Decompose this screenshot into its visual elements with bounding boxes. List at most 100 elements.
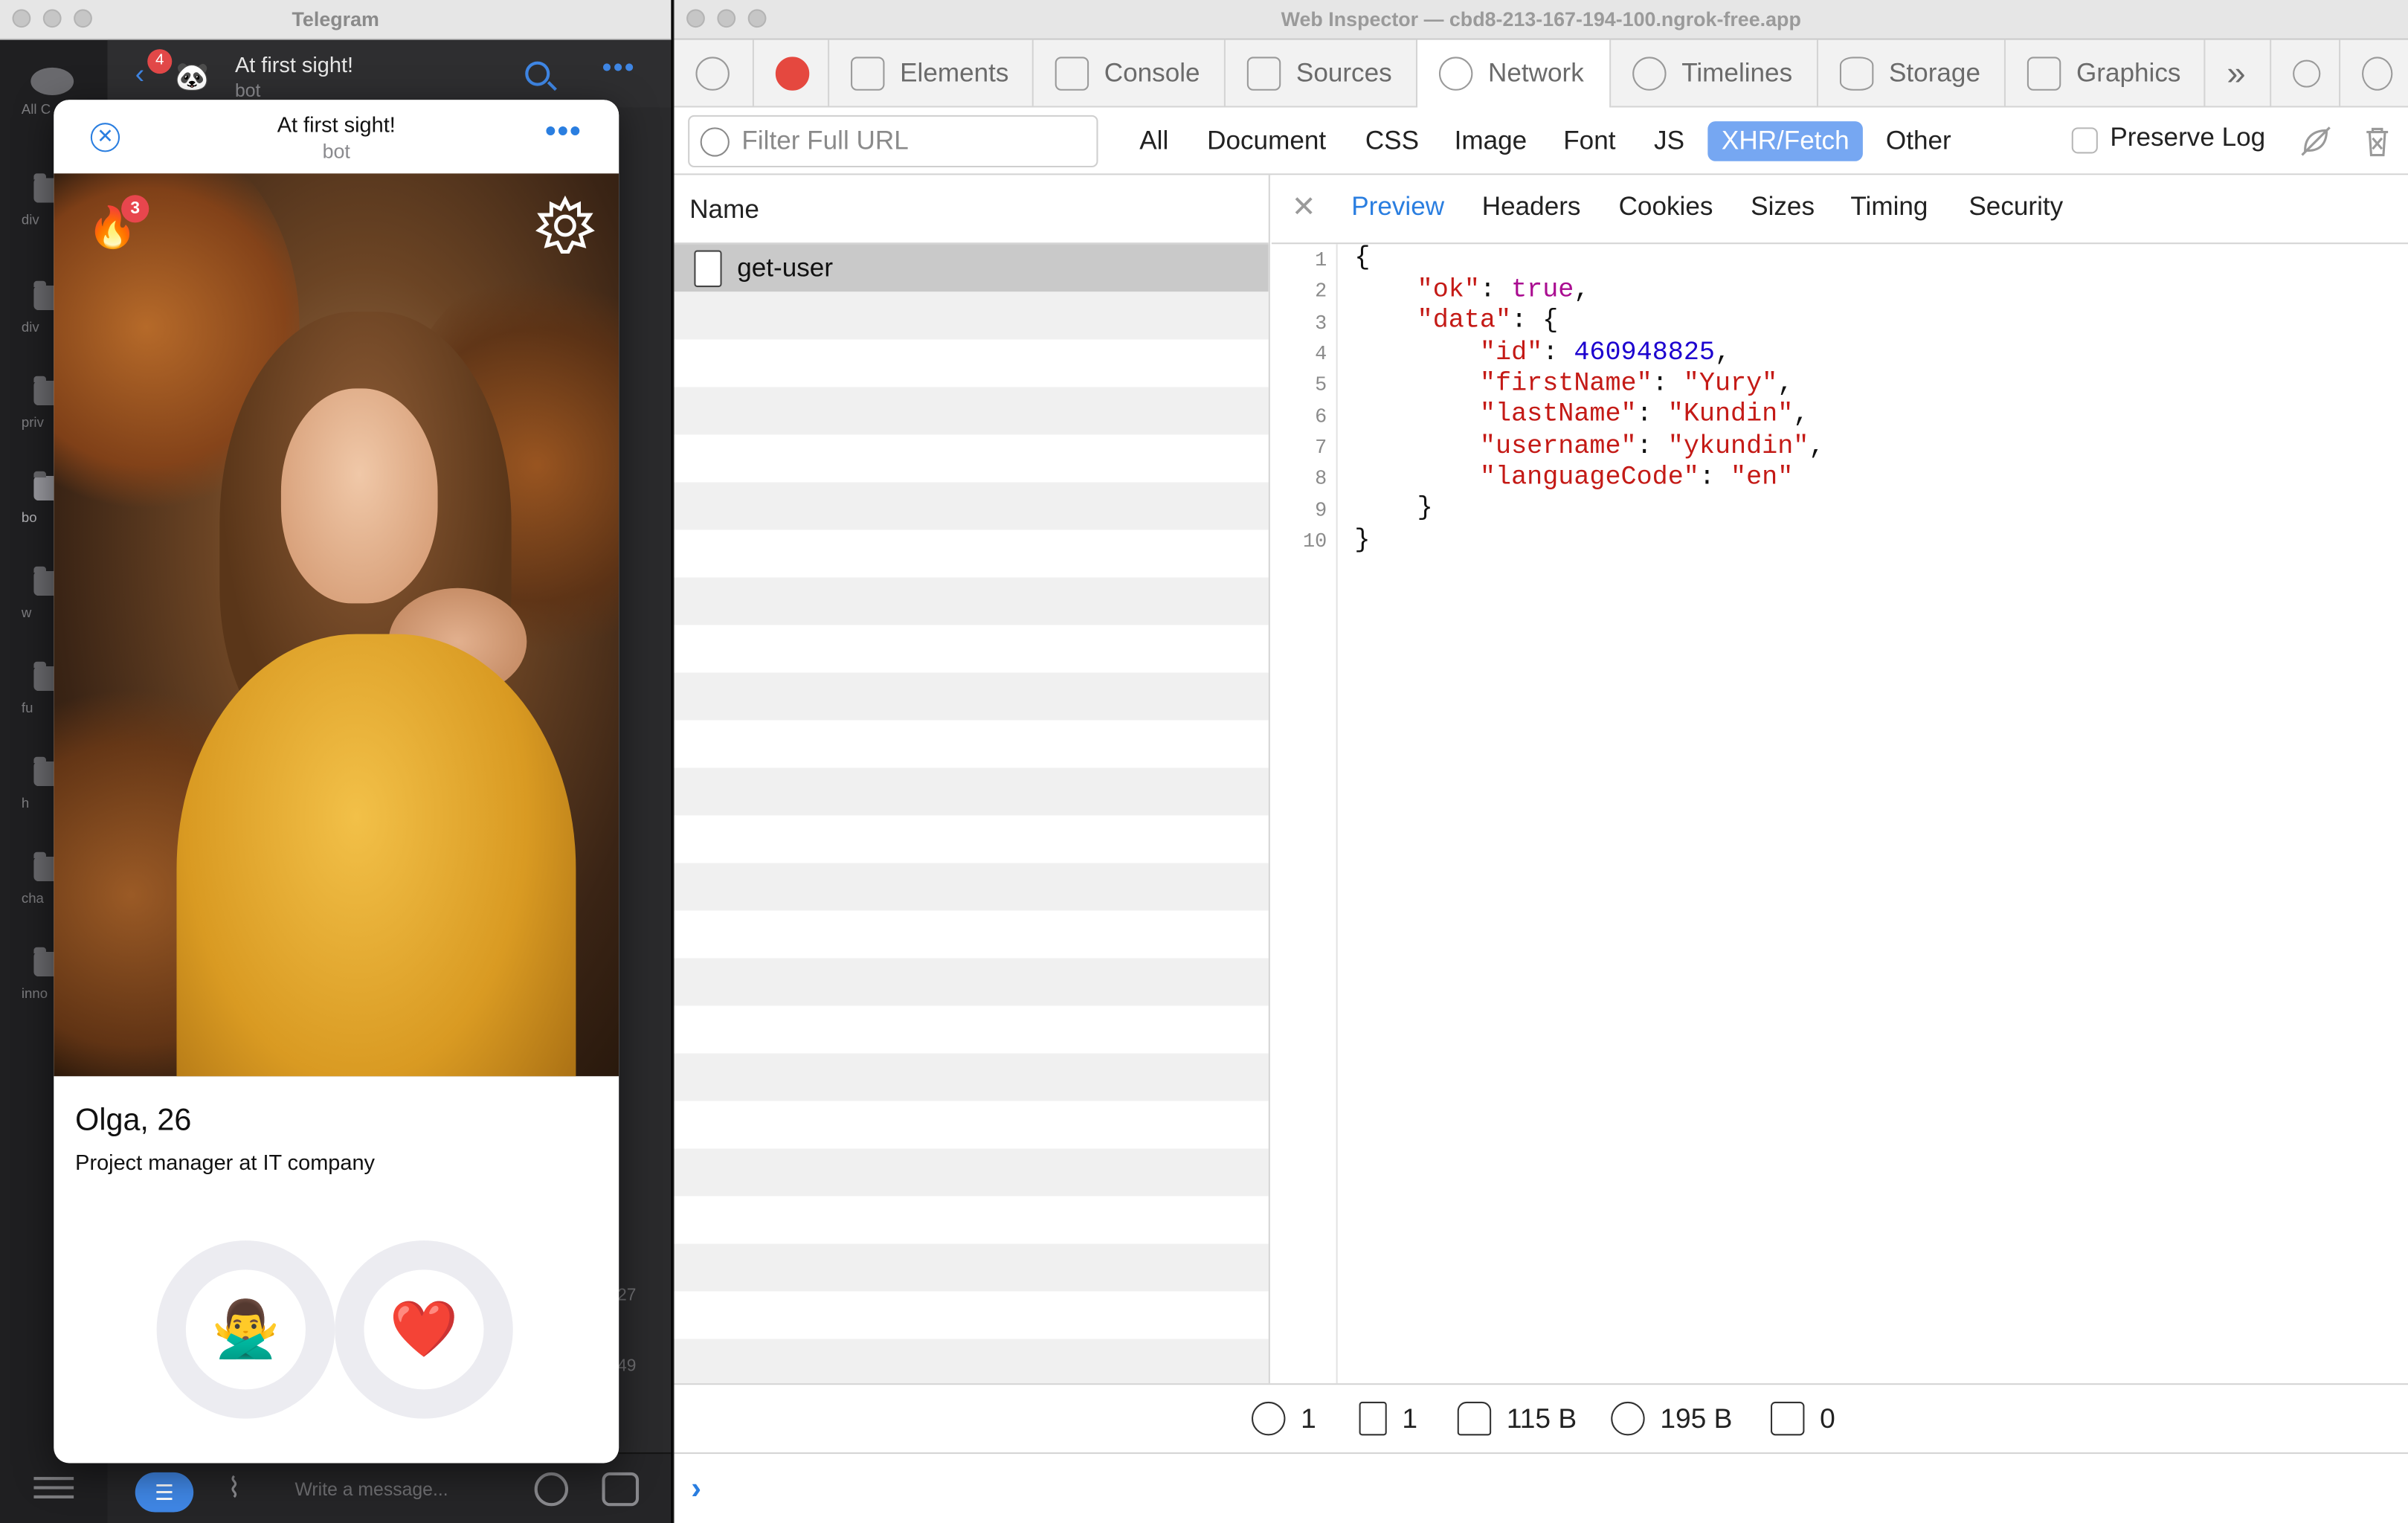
line-number: 6: [1315, 405, 1327, 429]
filter-js[interactable]: JS: [1640, 121, 1698, 161]
line-number: 10: [1302, 529, 1327, 553]
emoji-icon[interactable]: [534, 1472, 569, 1507]
tab-preview[interactable]: Preview: [1351, 192, 1444, 222]
issues-button[interactable]: [754, 39, 830, 108]
message-input[interactable]: Write a message...: [294, 1478, 448, 1500]
json-line: "firstName": "Yury",: [1479, 370, 1794, 399]
tab-cookies[interactable]: Cookies: [1619, 192, 1713, 222]
tab-console[interactable]: Console: [1034, 39, 1226, 108]
back-chevron-icon[interactable]: ‹: [135, 58, 144, 90]
chat-header: ‹ 4 🐼 At first sight! bot •••: [107, 39, 672, 108]
tab-timelines[interactable]: Timelines: [1611, 39, 1819, 108]
dislike-button[interactable]: 🙅‍♂️: [156, 1240, 335, 1419]
stat-value: 1: [1402, 1402, 1418, 1434]
filter-other[interactable]: Other: [1872, 121, 1965, 161]
json-line: "username": "ykundin",: [1479, 433, 1825, 463]
preserve-log-checkbox[interactable]: [2071, 127, 2098, 154]
filter-font[interactable]: Font: [1550, 121, 1629, 161]
disable-cache-icon[interactable]: [2299, 124, 2332, 158]
line-number: 4: [1315, 342, 1327, 366]
camera-icon[interactable]: [602, 1472, 640, 1507]
inspector-title-bar: Web Inspector — cbd8-213-167-194-100.ngr…: [674, 0, 2408, 40]
globe-icon: [1252, 1401, 1286, 1436]
detail-tab-bar: ✕ Preview Headers Cookies Sizes Timing S…: [1271, 175, 2408, 245]
search-icon[interactable]: [525, 61, 550, 86]
tab-graphics[interactable]: Graphics: [2006, 39, 2206, 108]
filter-url-input[interactable]: [688, 115, 1098, 168]
attach-paperclip-icon[interactable]: ⌇: [228, 1472, 241, 1504]
element-picker-button[interactable]: [675, 39, 754, 108]
request-detail-pane: ✕ Preview Headers Cookies Sizes Timing S…: [1271, 175, 2408, 1384]
profile-name-age: Olga, 26: [75, 1104, 192, 1138]
preserve-log-label[interactable]: Preserve Log: [2110, 123, 2265, 153]
tab-sizes[interactable]: Sizes: [1751, 192, 1815, 222]
chat-title[interactable]: At first sight!: [235, 52, 353, 77]
tab-headers[interactable]: Headers: [1482, 192, 1581, 222]
file-icon: [694, 250, 722, 288]
tab-elements[interactable]: Elements: [829, 39, 1034, 108]
bot-avatar[interactable]: 🐼: [175, 58, 215, 95]
json-line: "ok": true,: [1417, 276, 1590, 306]
trash-icon[interactable]: [2360, 124, 2394, 158]
json-string: "en": [1731, 463, 1794, 493]
crosshair-icon: [695, 57, 730, 91]
more-dots-icon[interactable]: •••: [545, 115, 582, 150]
like-button[interactable]: ❤️: [335, 1240, 513, 1419]
elements-icon: [851, 57, 885, 91]
heart-icon: ❤️: [364, 1269, 484, 1390]
close-icon[interactable]: ✕: [1292, 193, 1316, 222]
likes-count-badge: 3: [121, 195, 149, 223]
stat-value: 195 B: [1660, 1402, 1733, 1434]
sidebar-item-label: inno: [21, 985, 48, 1002]
filter-css[interactable]: CSS: [1351, 121, 1432, 161]
web-inspector-window: Web Inspector — cbd8-213-167-194-100.ngr…: [674, 0, 2408, 1523]
search-button[interactable]: [2271, 39, 2341, 108]
inspector-tab-bar: Elements Console Sources Network Timelin…: [674, 39, 2408, 108]
more-tabs-button[interactable]: »: [2205, 39, 2272, 108]
json-key: "languageCode": [1479, 463, 1699, 493]
chat-bubbles-icon: [30, 67, 74, 96]
tab-storage[interactable]: Storage: [1818, 39, 2006, 108]
settings-button[interactable]: [2340, 40, 2408, 108]
json-string: "Kundin": [1667, 400, 1794, 431]
resources-count: 1: [1359, 1401, 1418, 1436]
bot-menu-button[interactable]: ☰: [135, 1472, 194, 1513]
json-key: "id": [1479, 339, 1543, 369]
tab-timing[interactable]: Timing: [1850, 192, 1928, 222]
json-line: "data": {: [1417, 306, 1559, 337]
profile-photo[interactable]: 🔥 3: [54, 173, 619, 1077]
filter-document[interactable]: Document: [1194, 121, 1340, 161]
search-icon: [2293, 59, 2321, 88]
console-icon: [1055, 57, 1089, 91]
stat-value: 1: [1301, 1402, 1316, 1434]
more-dots-icon[interactable]: •••: [602, 52, 635, 84]
tab-label: Timelines: [1681, 58, 1793, 88]
gear-icon[interactable]: [535, 195, 596, 257]
json-key: "username": [1479, 433, 1637, 463]
quick-console[interactable]: ›: [674, 1452, 2408, 1523]
sidebar-item-label: h: [21, 795, 30, 811]
name-column-header[interactable]: Name: [674, 175, 1269, 245]
filter-xhr-fetch[interactable]: XHR/Fetch: [1707, 121, 1864, 161]
gear-icon: [2362, 57, 2393, 91]
errors-count: 0: [1771, 1401, 1835, 1436]
sidebar-item-label: bo: [21, 509, 37, 526]
tab-label: Elements: [900, 58, 1009, 88]
json-line: "id": 460948825,: [1479, 339, 1731, 369]
line-number: 8: [1315, 466, 1327, 490]
domains-count: 1: [1252, 1401, 1316, 1436]
transferred-size: 115 B: [1457, 1401, 1577, 1436]
json-key: "lastName": [1479, 400, 1637, 431]
filter-all[interactable]: All: [1126, 121, 1182, 161]
tab-network[interactable]: Network: [1417, 39, 1612, 108]
request-row-get-user[interactable]: get-user: [674, 244, 1269, 292]
resource-size: 195 B: [1611, 1401, 1733, 1436]
tab-sources[interactable]: Sources: [1226, 39, 1418, 108]
filter-icon: [700, 127, 730, 157]
json-key: "ok": [1417, 276, 1480, 306]
filter-image[interactable]: Image: [1440, 121, 1541, 161]
tab-security[interactable]: Security: [1968, 192, 2063, 222]
stat-value: 0: [1820, 1402, 1835, 1434]
line-number-gutter: 1 2 3 4 5 6 7 8 9 10: [1272, 244, 1338, 1384]
settings-sliders-icon[interactable]: [33, 1471, 74, 1501]
